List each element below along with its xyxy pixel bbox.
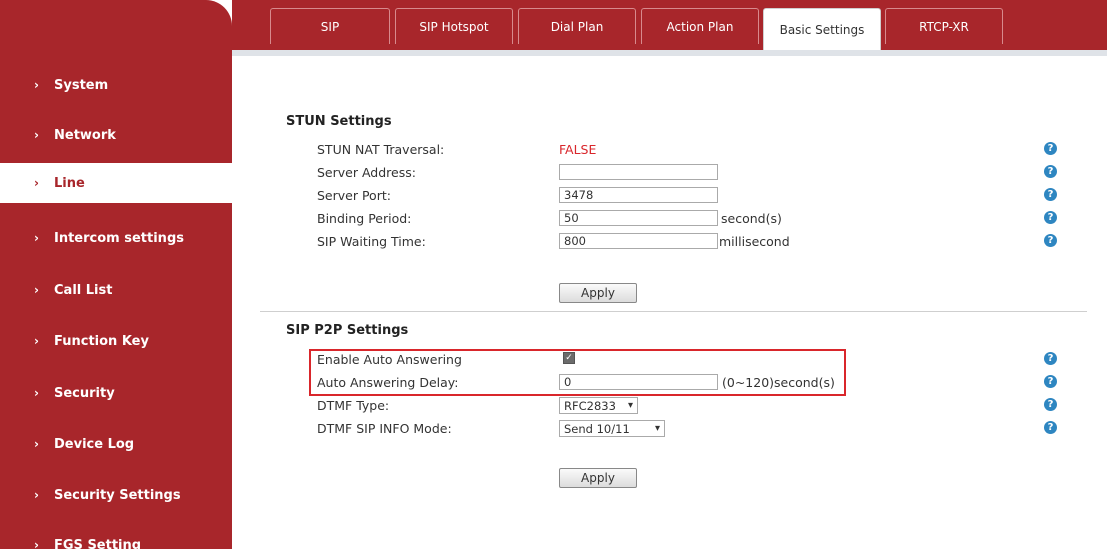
- tab-label: SIP: [320, 19, 340, 34]
- tab-sip-hotspot[interactable]: SIP Hotspot: [395, 8, 513, 44]
- enable-auto-answering-checkbox[interactable]: ✓: [563, 352, 575, 364]
- help-icon[interactable]: ?: [1044, 421, 1057, 434]
- tab-rtcp-xr[interactable]: RTCP-XR: [885, 8, 1003, 44]
- chevron-right-icon: ›: [34, 283, 39, 297]
- chevron-right-icon: ›: [34, 488, 39, 502]
- sip-waiting-time-input[interactable]: [559, 233, 718, 249]
- stun-settings-title: STUN Settings: [286, 114, 392, 129]
- stun-nat-traversal-value: FALSE: [559, 142, 597, 157]
- tab-label: Dial Plan: [550, 19, 604, 34]
- sidebar-item-intercom-settings[interactable]: › Intercom settings: [0, 218, 232, 258]
- dtmf-type-value: RFC2833: [564, 398, 616, 413]
- tab-label: SIP Hotspot: [419, 19, 489, 34]
- tab-label: Basic Settings: [779, 22, 865, 37]
- sidebar-item-network[interactable]: › Network: [0, 115, 232, 155]
- sidebar-item-label: Security Settings: [54, 487, 181, 503]
- dtmf-sip-info-mode-value: Send 10/11: [564, 421, 630, 436]
- sidebar-item-line[interactable]: › Line: [0, 163, 232, 203]
- tab-bar-underline: [232, 50, 1107, 56]
- auto-answering-delay-unit: (0~120)second(s): [722, 375, 835, 390]
- sidebar: › System › Network › Line › Intercom set…: [0, 0, 232, 549]
- sidebar-item-device-log[interactable]: › Device Log: [0, 424, 232, 464]
- sidebar-item-label: FGS Setting: [54, 537, 142, 549]
- sidebar-item-security-settings[interactable]: › Security Settings: [0, 475, 232, 515]
- tab-dial-plan[interactable]: Dial Plan: [518, 8, 636, 44]
- binding-period-input[interactable]: [559, 210, 718, 226]
- server-address-label: Server Address:: [317, 165, 416, 180]
- section-divider: [260, 311, 1087, 312]
- sidebar-item-label: Device Log: [54, 436, 135, 452]
- chevron-right-icon: ›: [34, 231, 39, 245]
- checkmark-icon: ✓: [565, 353, 573, 363]
- chevron-down-icon: ▾: [627, 400, 633, 411]
- tab-label: Action Plan: [666, 19, 734, 34]
- chevron-right-icon: ›: [34, 334, 39, 348]
- dtmf-sip-info-mode-label: DTMF SIP INFO Mode:: [317, 421, 452, 436]
- tab-basic-settings[interactable]: Basic Settings: [763, 8, 881, 50]
- chevron-right-icon: ›: [34, 386, 39, 400]
- sidebar-item-label: System: [54, 77, 109, 93]
- sidebar-item-call-list[interactable]: › Call List: [0, 270, 232, 310]
- chevron-right-icon: ›: [34, 538, 39, 549]
- chevron-right-icon: ›: [34, 176, 39, 190]
- sidebar-item-label: Function Key: [54, 333, 149, 349]
- dtmf-sip-info-mode-select[interactable]: Send 10/11 ▾: [559, 420, 665, 437]
- sidebar-item-label: Line: [54, 175, 85, 191]
- server-address-input[interactable]: [559, 164, 718, 180]
- sip-p2p-settings-title: SIP P2P Settings: [286, 323, 409, 338]
- sip-waiting-time-unit: millisecond: [719, 234, 790, 249]
- chevron-right-icon: ›: [34, 78, 39, 92]
- tab-sip[interactable]: SIP: [270, 8, 390, 44]
- auto-answering-delay-input[interactable]: [559, 374, 718, 390]
- chevron-right-icon: ›: [34, 437, 39, 451]
- sidebar-item-fgs-setting[interactable]: › FGS Setting: [0, 525, 232, 549]
- sip-waiting-time-label: SIP Waiting Time:: [317, 234, 426, 249]
- chevron-down-icon: ▾: [654, 423, 660, 434]
- binding-period-label: Binding Period:: [317, 211, 412, 226]
- sidebar-item-label: Call List: [54, 282, 113, 298]
- tab-action-plan[interactable]: Action Plan: [641, 8, 759, 44]
- sidebar-item-label: Network: [54, 127, 116, 143]
- enable-auto-answering-label: Enable Auto Answering: [317, 352, 462, 367]
- sidebar-item-function-key[interactable]: › Function Key: [0, 321, 232, 361]
- sidebar-item-system[interactable]: › System: [0, 65, 232, 105]
- chevron-right-icon: ›: [34, 128, 39, 142]
- auto-answering-delay-label: Auto Answering Delay:: [317, 375, 459, 390]
- sidebar-item-label: Intercom settings: [54, 230, 184, 246]
- help-icon[interactable]: ?: [1044, 352, 1057, 365]
- stun-nat-traversal-label: STUN NAT Traversal:: [317, 142, 445, 157]
- server-port-input[interactable]: [559, 187, 718, 203]
- dtmf-type-select[interactable]: RFC2833 ▾: [559, 397, 638, 414]
- help-icon[interactable]: ?: [1044, 142, 1057, 155]
- help-icon[interactable]: ?: [1044, 165, 1057, 178]
- help-icon[interactable]: ?: [1044, 234, 1057, 247]
- sidebar-item-security[interactable]: › Security: [0, 373, 232, 413]
- binding-period-unit: second(s): [721, 211, 782, 226]
- tab-label: RTCP-XR: [919, 19, 969, 34]
- p2p-apply-button[interactable]: Apply: [559, 468, 637, 488]
- stun-apply-button[interactable]: Apply: [559, 283, 637, 303]
- help-icon[interactable]: ?: [1044, 398, 1057, 411]
- help-icon[interactable]: ?: [1044, 188, 1057, 201]
- help-icon[interactable]: ?: [1044, 211, 1057, 224]
- server-port-label: Server Port:: [317, 188, 391, 203]
- sidebar-item-label: Security: [54, 385, 115, 401]
- help-icon[interactable]: ?: [1044, 375, 1057, 388]
- dtmf-type-label: DTMF Type:: [317, 398, 390, 413]
